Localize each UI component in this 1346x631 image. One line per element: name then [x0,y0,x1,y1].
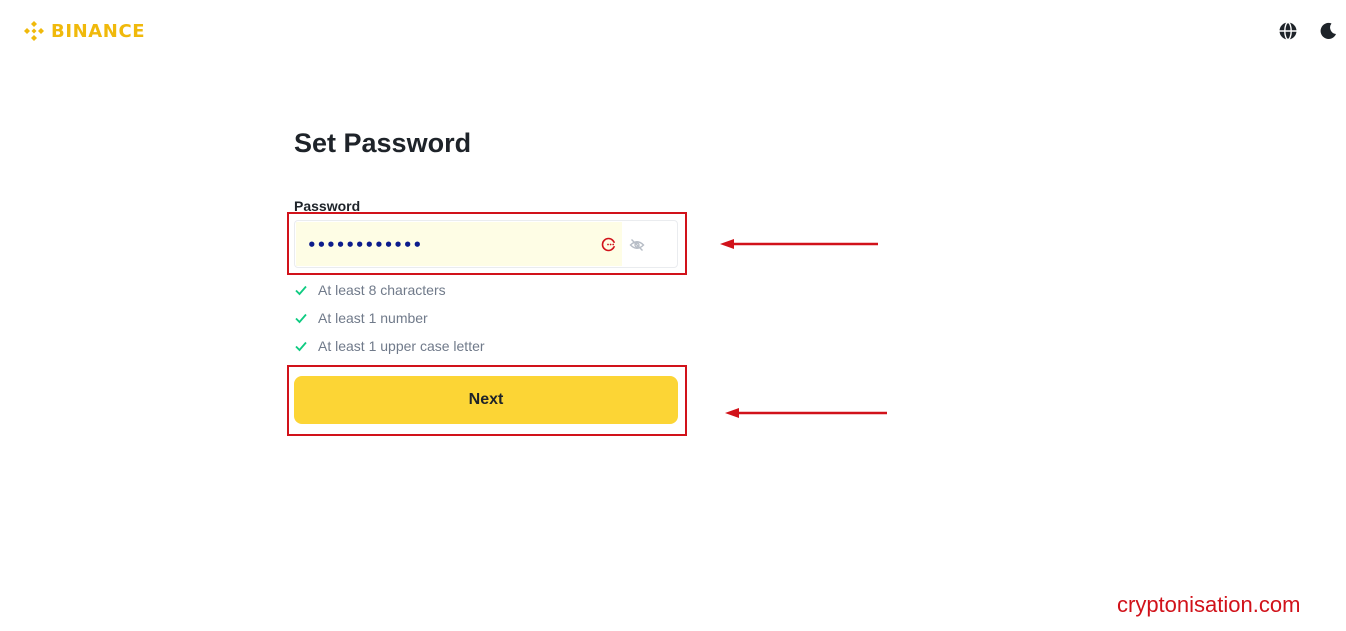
password-requirements: At least 8 characters At least 1 number … [294,276,485,360]
moon-icon[interactable] [1318,21,1338,41]
requirement-text: At least 1 number [318,310,428,326]
binance-logo-icon [24,21,44,41]
check-icon [295,313,307,324]
requirement-item: At least 1 number [294,304,485,332]
binance-logo[interactable]: BINANCE [23,20,145,42]
check-icon [295,341,307,352]
requirement-item: At least 1 upper case letter [294,332,485,360]
brand-name: BINANCE [51,20,146,42]
requirement-text: At least 1 upper case letter [318,338,485,354]
watermark: cryptonisation.com [1117,592,1301,617]
annotation-arrow-password [720,239,878,249]
header-actions [1278,21,1346,41]
requirement-text: At least 8 characters [318,282,446,298]
annotation-box-password [287,212,687,275]
check-icon [295,285,307,296]
globe-icon[interactable] [1278,21,1298,41]
page: BINANCE Set Password Password ••••••••••… [0,0,1346,631]
requirement-item: At least 8 characters [294,276,485,304]
page-title: Set Password [294,128,472,158]
annotation-box-next [287,365,687,436]
annotation-arrow-next [725,408,887,418]
